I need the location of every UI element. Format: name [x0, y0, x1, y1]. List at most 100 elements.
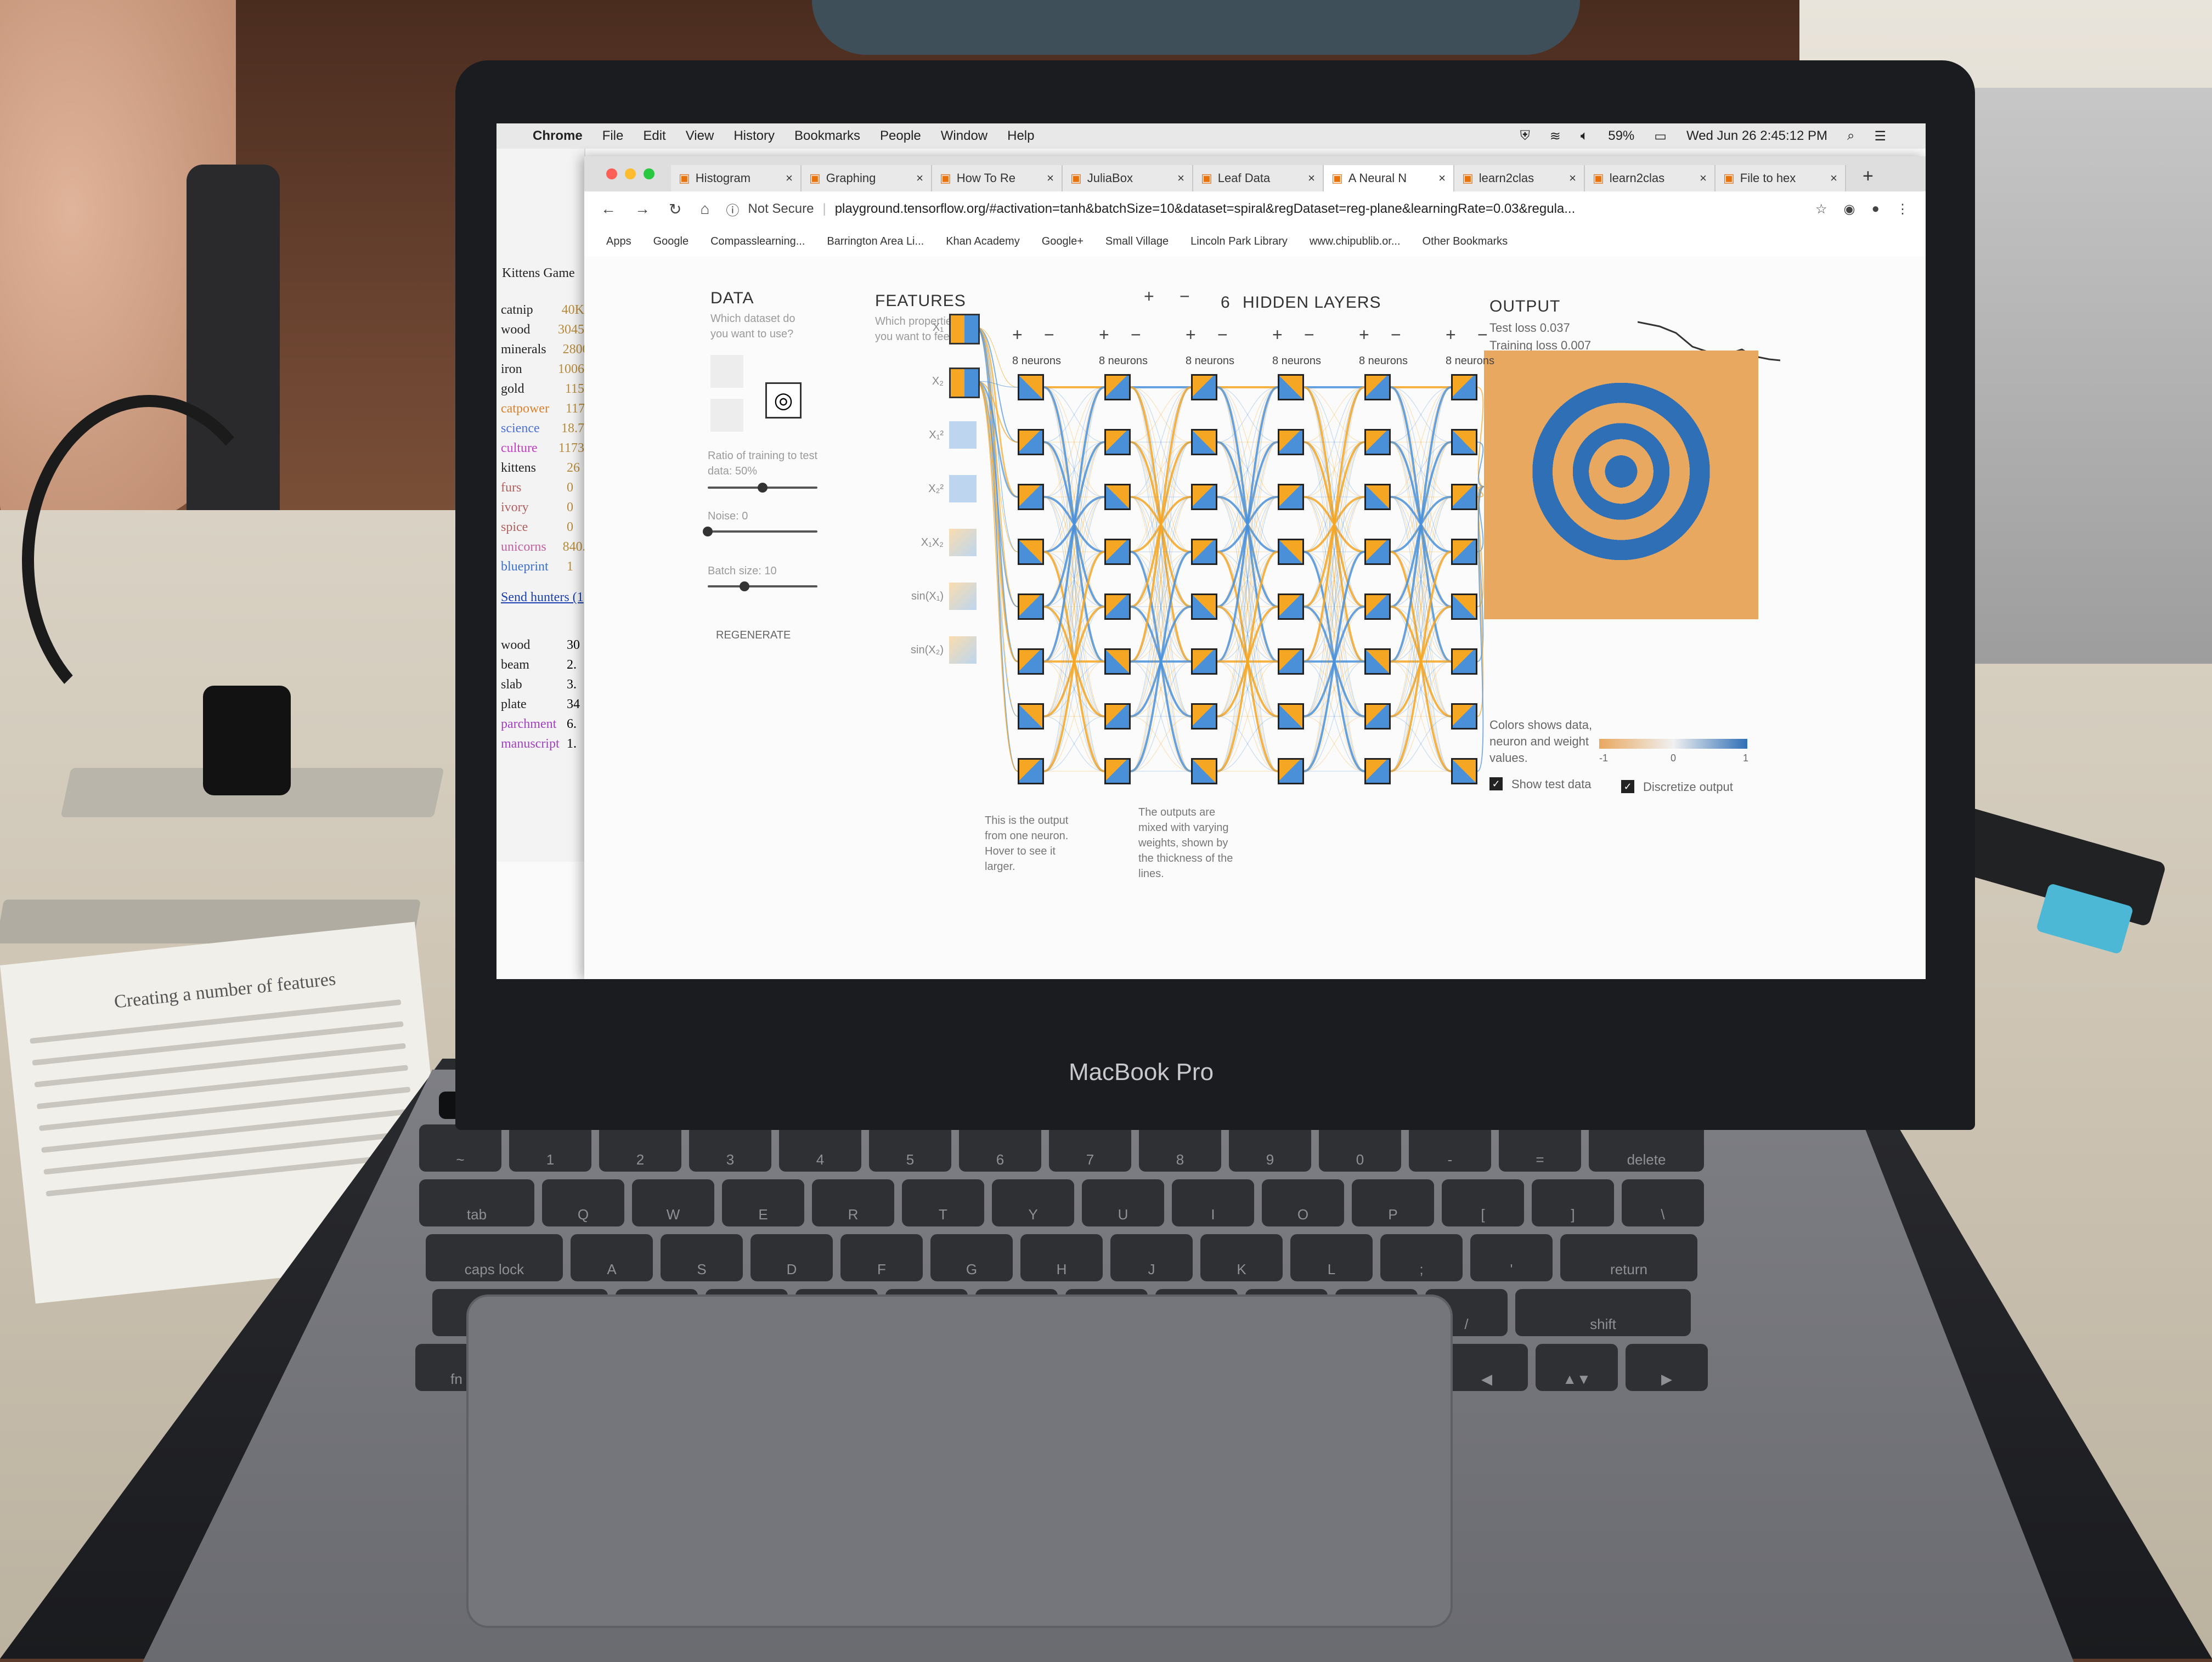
neuron[interactable]	[1191, 703, 1217, 730]
key[interactable]: \	[1622, 1179, 1704, 1226]
menu-people[interactable]: People	[880, 128, 921, 144]
close-tab-icon[interactable]: ×	[1700, 171, 1707, 185]
neuron[interactable]	[1191, 374, 1217, 400]
feature-node[interactable]	[949, 636, 977, 664]
tab-0[interactable]: ▣ Histogram ×	[671, 165, 802, 191]
key[interactable]: 7	[1049, 1124, 1131, 1172]
close-tab-icon[interactable]: ×	[916, 171, 923, 185]
add-neuron-button[interactable]: +	[1272, 325, 1283, 345]
weight-line[interactable]	[1390, 387, 1452, 772]
tab-2[interactable]: ▣ How To Re ×	[932, 165, 1063, 191]
remove-neuron-button[interactable]: −	[1131, 325, 1141, 345]
tab-4[interactable]: ▣ Leaf Data ×	[1193, 165, 1324, 191]
extension-icon[interactable]: ◉	[1844, 201, 1855, 217]
key[interactable]: D	[751, 1234, 833, 1281]
zoom-window-icon[interactable]	[644, 168, 654, 179]
show-test-data-label[interactable]: Show test data	[1511, 777, 1592, 792]
tab-6[interactable]: ▣ learn2clas ×	[1454, 165, 1585, 191]
menu-window[interactable]: Window	[941, 128, 988, 144]
neuron[interactable]	[1104, 539, 1131, 565]
bookmark-item[interactable]: Lincoln Park Library	[1190, 235, 1288, 248]
tab-8[interactable]: ▣ File to hex ×	[1716, 165, 1846, 191]
remove-neuron-button[interactable]: −	[1391, 325, 1401, 345]
key[interactable]: A	[571, 1234, 653, 1281]
weight-line[interactable]	[1217, 387, 1278, 772]
close-tab-icon[interactable]: ×	[1047, 171, 1054, 185]
chrome-menu-icon[interactable]: ⋮	[1896, 201, 1909, 217]
add-neuron-button[interactable]: +	[1446, 325, 1456, 345]
key[interactable]: P	[1352, 1179, 1434, 1226]
home-icon[interactable]: ⌂	[700, 200, 709, 218]
neuron[interactable]	[1018, 374, 1044, 400]
neuron[interactable]	[1191, 429, 1217, 455]
neuron[interactable]	[1278, 758, 1304, 784]
key[interactable]: shift	[1515, 1289, 1691, 1336]
weight-line[interactable]	[1130, 387, 1192, 772]
neuron[interactable]	[1104, 703, 1131, 730]
key[interactable]: '	[1470, 1234, 1553, 1281]
neuron[interactable]	[1364, 429, 1391, 455]
neuron[interactable]	[1451, 539, 1477, 565]
notification-center-icon[interactable]: ☰	[1874, 128, 1886, 144]
key[interactable]: T	[902, 1179, 984, 1226]
remove-neuron-button[interactable]: −	[1304, 325, 1314, 345]
kittens-window[interactable]: Kittens Game catnip 40K wood 3045 minerals 28…	[496, 149, 592, 862]
bookmark-item[interactable]: Khan Academy	[946, 235, 1020, 248]
key[interactable]: ]	[1532, 1179, 1614, 1226]
key[interactable]: =	[1499, 1124, 1581, 1172]
key[interactable]: 6	[959, 1124, 1041, 1172]
battery-icon[interactable]: ▭	[1654, 128, 1667, 144]
bookmark-item[interactable]: Other Bookmarks	[1423, 235, 1508, 248]
close-tab-icon[interactable]: ×	[1569, 171, 1576, 185]
neuron[interactable]	[1278, 374, 1304, 400]
close-tab-icon[interactable]: ×	[1177, 171, 1184, 185]
feature-node[interactable]	[949, 314, 980, 344]
neuron[interactable]	[1191, 593, 1217, 620]
neuron[interactable]	[1104, 429, 1131, 455]
neuron[interactable]	[1451, 703, 1477, 730]
key[interactable]: 2	[599, 1124, 681, 1172]
neuron[interactable]	[1451, 593, 1477, 620]
key[interactable]: return	[1560, 1234, 1697, 1281]
menu-edit[interactable]: Edit	[643, 128, 665, 144]
weight-line[interactable]	[1217, 496, 1278, 772]
volume-icon[interactable]: 🔈︎	[1581, 128, 1588, 144]
new-tab-icon[interactable]: +	[1863, 166, 1874, 187]
add-neuron-button[interactable]: +	[1359, 325, 1369, 345]
key[interactable]: ;	[1380, 1234, 1463, 1281]
info-icon[interactable]: ⓘ	[726, 200, 739, 219]
key[interactable]: K	[1200, 1234, 1283, 1281]
neuron[interactable]	[1451, 374, 1477, 400]
key[interactable]: ▶	[1626, 1344, 1708, 1391]
tab-1[interactable]: ▣ Graphing ×	[802, 165, 932, 191]
key[interactable]: 5	[869, 1124, 951, 1172]
close-window-icon[interactable]	[606, 168, 617, 179]
send-hunters-link[interactable]: Send hunters (1	[496, 590, 584, 605]
bookmark-item[interactable]: www.chipublib.or...	[1310, 235, 1401, 248]
tab-3[interactable]: ▣ JuliaBox ×	[1063, 165, 1193, 191]
neuron[interactable]	[1364, 593, 1391, 620]
neuron[interactable]	[1018, 429, 1044, 455]
bookmark-item[interactable]: Compasslearning...	[710, 235, 805, 248]
wifi-icon[interactable]: ≋	[1550, 128, 1561, 144]
weight-line[interactable]	[1217, 606, 1278, 772]
key[interactable]: L	[1290, 1234, 1373, 1281]
discretize-output-label[interactable]: Discretize output	[1643, 780, 1733, 794]
bookmark-item[interactable]: Small Village	[1105, 235, 1169, 248]
key[interactable]: J	[1110, 1234, 1193, 1281]
neuron[interactable]	[1191, 539, 1217, 565]
weight-line[interactable]	[1043, 496, 1105, 772]
key[interactable]: 4	[779, 1124, 861, 1172]
close-tab-icon[interactable]: ×	[1308, 171, 1315, 185]
feature-node[interactable]	[949, 583, 977, 610]
reload-icon[interactable]: ↻	[669, 200, 681, 218]
key[interactable]: 9	[1229, 1124, 1311, 1172]
neuron[interactable]	[1278, 703, 1304, 730]
bookmark-item[interactable]: Google+	[1042, 235, 1084, 248]
tab-5[interactable]: ▣ A Neural N ×	[1324, 165, 1454, 191]
key[interactable]: -	[1409, 1124, 1491, 1172]
neuron[interactable]	[1278, 648, 1304, 675]
key[interactable]: F	[840, 1234, 923, 1281]
neuron[interactable]	[1451, 484, 1477, 510]
clock[interactable]: Wed Jun 26 2:45:12 PM	[1686, 128, 1827, 144]
